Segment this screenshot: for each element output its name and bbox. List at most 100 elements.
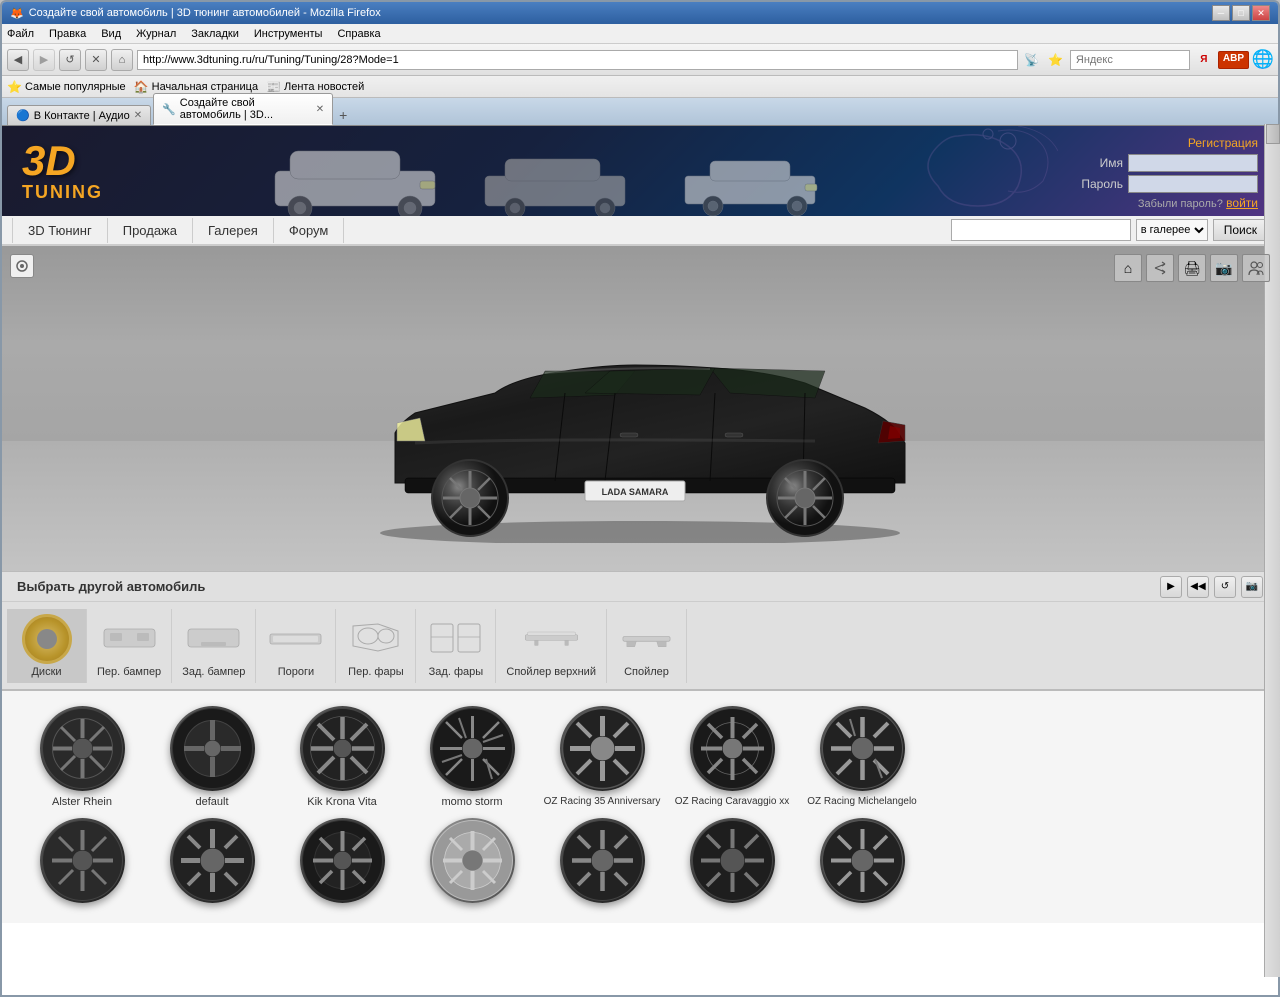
register-link[interactable]: Регистрация bbox=[1188, 136, 1258, 150]
addon-icon[interactable]: 🌐 bbox=[1253, 50, 1273, 70]
wheel-row2-6[interactable] bbox=[672, 818, 792, 908]
part-disks[interactable]: Диски bbox=[7, 609, 87, 683]
users-icon-btn[interactable] bbox=[1242, 254, 1270, 282]
part-thresholds[interactable]: Пороги bbox=[256, 609, 336, 683]
page-content: 3D TUNING bbox=[2, 126, 1278, 997]
front-bumper-icon bbox=[102, 624, 157, 654]
wheel-row2-2[interactable] bbox=[152, 818, 272, 908]
prev-button[interactable]: ◀◀ bbox=[1187, 576, 1209, 598]
wheel-row2-5[interactable] bbox=[542, 818, 662, 908]
part-rear-bumper[interactable]: Зад. бампер bbox=[172, 609, 256, 683]
adblock-button[interactable]: ABP bbox=[1218, 51, 1249, 69]
nav-search-button[interactable]: Поиск bbox=[1213, 219, 1268, 241]
wheel-label-1: Alster Rhein bbox=[52, 796, 112, 808]
menu-history[interactable]: Журнал bbox=[136, 28, 176, 40]
bookmark-popular[interactable]: ⭐ Самые популярные bbox=[7, 80, 126, 94]
menu-bookmarks[interactable]: Закладки bbox=[191, 28, 239, 40]
search-input[interactable] bbox=[1070, 50, 1190, 70]
window-title: Создайте свой автомобиль | 3D тюнинг авт… bbox=[29, 7, 381, 19]
bookmark-home-label: Начальная страница bbox=[152, 81, 258, 93]
menu-view[interactable]: Вид bbox=[101, 28, 121, 40]
tab-vkontakte[interactable]: 🔵 В Контакте | Аудио ✕ bbox=[7, 105, 151, 125]
wheels-row-1: Alster Rhein default bbox=[2, 691, 1278, 813]
nav-search-scope[interactable]: в галерее bbox=[1136, 219, 1208, 241]
tab-vk-close[interactable]: ✕ bbox=[134, 110, 142, 121]
part-front-lights[interactable]: Пер. фары bbox=[336, 609, 416, 683]
wheel-row2-1[interactable] bbox=[22, 818, 142, 908]
rotate-button[interactable]: ↺ bbox=[1214, 576, 1236, 598]
wheel-img-r2-1 bbox=[40, 818, 125, 903]
wheel-oz35-svg bbox=[560, 706, 645, 791]
wheel-oz-caravaggio[interactable]: OZ Racing Caravaggio xx bbox=[672, 706, 792, 808]
password-input[interactable] bbox=[1128, 175, 1258, 193]
bookmark-star-icon[interactable]: ⭐ bbox=[1046, 50, 1066, 70]
wheel-momo-storm[interactable]: momo storm bbox=[412, 706, 532, 808]
top-spoiler-icon bbox=[524, 621, 579, 656]
scrollbar-thumb[interactable] bbox=[1266, 124, 1280, 144]
site-navigation: 3D Тюнинг Продажа Галерея Форум в галере… bbox=[2, 216, 1278, 246]
home-icon-btn[interactable]: ⌂ bbox=[1114, 254, 1142, 282]
wheel-default-svg bbox=[170, 706, 255, 791]
menu-file[interactable]: Файл bbox=[7, 28, 34, 40]
threshold-icon-container bbox=[268, 614, 323, 664]
disk-icon-container bbox=[19, 614, 74, 664]
play-button[interactable]: ▶ bbox=[1160, 576, 1182, 598]
bookmark-news[interactable]: 📰 Лента новостей bbox=[266, 80, 364, 94]
minimize-button[interactable]: ─ bbox=[1212, 5, 1230, 21]
wheel-row2-7[interactable] bbox=[802, 818, 922, 908]
camera-icon-btn[interactable]: 📷 bbox=[1210, 254, 1238, 282]
menu-edit[interactable]: Правка bbox=[49, 28, 86, 40]
nav-forum[interactable]: Форум bbox=[274, 218, 345, 243]
part-top-spoiler[interactable]: Спойлер верхний bbox=[496, 609, 607, 683]
url-input[interactable] bbox=[137, 50, 1018, 70]
spoiler2-icon bbox=[619, 621, 674, 656]
back-button[interactable]: ◀ bbox=[7, 49, 29, 71]
wheels-row-2 bbox=[2, 813, 1278, 923]
camera-angle-button[interactable]: 📷 bbox=[1241, 576, 1263, 598]
part-spoiler2[interactable]: Спойлер bbox=[607, 609, 687, 683]
browser-window: 🦊 Создайте свой автомобиль | 3D тюнинг а… bbox=[0, 0, 1280, 997]
nav-sale[interactable]: Продажа bbox=[108, 218, 193, 243]
maximize-button[interactable]: □ bbox=[1232, 5, 1250, 21]
print-icon-btn[interactable]: 🖨 bbox=[1178, 254, 1206, 282]
wheel-row2-4[interactable] bbox=[412, 818, 532, 908]
nav-search-input[interactable] bbox=[951, 219, 1131, 241]
new-tab-button[interactable]: + bbox=[335, 107, 351, 123]
wheel-oz-michelangelo[interactable]: OZ Racing Michelangelo bbox=[802, 706, 922, 808]
window-controls[interactable]: ─ □ ✕ bbox=[1212, 5, 1270, 21]
vertical-scrollbar[interactable] bbox=[1264, 124, 1280, 977]
nav-gallery[interactable]: Галерея bbox=[193, 218, 274, 243]
username-input[interactable] bbox=[1128, 154, 1258, 172]
tuning-toolbar-right: ⌂ 🖨 📷 bbox=[1114, 254, 1270, 282]
wheel-oz35[interactable]: OZ Racing 35 Anniversary bbox=[542, 706, 662, 808]
menu-help[interactable]: Справка bbox=[337, 28, 380, 40]
login-button[interactable]: войти bbox=[1226, 196, 1258, 210]
part-rear-lights[interactable]: Зад. фары bbox=[416, 609, 496, 683]
bookmark-popular-label: Самые популярные bbox=[25, 81, 126, 93]
wheel-alster-rhein[interactable]: Alster Rhein bbox=[22, 706, 142, 808]
forgot-password-link[interactable]: Забыли пароль? bbox=[1138, 198, 1223, 210]
bookmark-home[interactable]: 🏠 Начальная страница bbox=[134, 80, 258, 94]
reload-button[interactable]: ↺ bbox=[59, 49, 81, 71]
tab-tuning[interactable]: 🔧 Создайте свой автомобиль | 3D... ✕ bbox=[153, 93, 333, 125]
stop-button[interactable]: ✕ bbox=[85, 49, 107, 71]
tuning-close-button[interactable] bbox=[10, 254, 34, 278]
rss-icon: 📡 bbox=[1022, 50, 1042, 70]
close-button[interactable]: ✕ bbox=[1252, 5, 1270, 21]
wheel-r2-2-svg bbox=[170, 818, 255, 903]
share-icon-btn[interactable] bbox=[1146, 254, 1174, 282]
menu-tools[interactable]: Инструменты bbox=[254, 28, 323, 40]
part-front-bumper[interactable]: Пер. бампер bbox=[87, 609, 172, 683]
wheel-default[interactable]: default bbox=[152, 706, 272, 808]
front-lights-icon bbox=[348, 616, 403, 661]
car-display-container: LADA SAMARA bbox=[315, 323, 965, 546]
site-logo[interactable]: 3D TUNING bbox=[2, 130, 123, 213]
home-icon: 🏠 bbox=[134, 80, 149, 94]
home-button[interactable]: ⌂ bbox=[111, 49, 133, 71]
nav-3dtuning[interactable]: 3D Тюнинг bbox=[12, 218, 108, 243]
wheel-kik-krona-vita[interactable]: Kik Krona Vita bbox=[282, 706, 402, 808]
wheel-row2-3[interactable] bbox=[282, 818, 402, 908]
tab-tuning-close[interactable]: ✕ bbox=[316, 104, 324, 115]
forward-button[interactable]: ▶ bbox=[33, 49, 55, 71]
wheel-label-7: OZ Racing Michelangelo bbox=[807, 796, 917, 807]
